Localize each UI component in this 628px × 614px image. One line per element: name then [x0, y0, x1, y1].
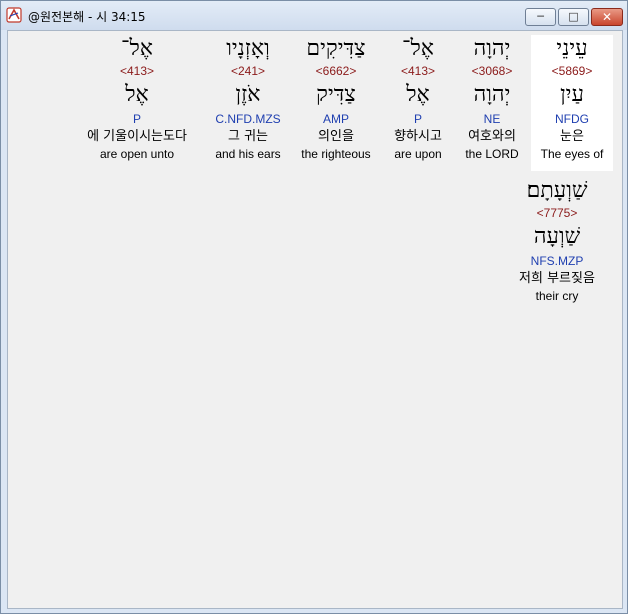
morphology-code: P [413, 112, 422, 126]
english-gloss: the LORD [465, 147, 519, 161]
word-cell[interactable]: אֶל־ <413> אֶל P 향하시고 are upon [382, 35, 454, 171]
hebrew-word: עֵינֵי [556, 36, 588, 61]
close-button[interactable]: ✕ [591, 8, 623, 26]
close-icon: ✕ [601, 10, 613, 24]
morphology-code: AMP [322, 112, 349, 126]
korean-gloss: 여호와의 [468, 129, 516, 144]
korean-gloss: 그 귀는 [227, 129, 268, 144]
maximize-icon: □ [568, 10, 579, 23]
lemma-word: שַׁוְעָה [533, 224, 581, 249]
minimize-icon: ─ [537, 10, 544, 23]
lemma-word: אֶל [125, 82, 149, 107]
app-window: @원전본해 - 시 34:15 ─ □ ✕ עֵינֵי <5869> עַיִ… [0, 0, 628, 614]
minimize-button[interactable]: ─ [525, 8, 556, 26]
english-gloss: are upon [394, 147, 442, 161]
english-gloss: are open unto [99, 147, 175, 161]
strong-number[interactable]: <7775> [502, 205, 612, 221]
window-title: @원전본해 - 시 34:15 [28, 10, 146, 24]
lemma-word: אֶל [406, 82, 430, 107]
korean-gloss: 눈은 [560, 129, 584, 144]
korean-gloss: 에 기울이시는도다 [87, 129, 187, 144]
morphology-code: NFS.MZP [530, 254, 584, 268]
title-bar[interactable]: @원전본해 - 시 34:15 ─ □ ✕ [1, 1, 627, 30]
english-gloss: their cry [535, 289, 579, 303]
korean-gloss: 저희 부르짖음 [519, 271, 595, 286]
korean-gloss: 의인을 [318, 129, 354, 144]
word-cell[interactable]: צַדִּיקִים <6662> צַדִּיק AMP 의인을 the ri… [292, 35, 380, 171]
english-gloss: the righteous [301, 147, 371, 161]
hebrew-word: וְאָזְנָיו [226, 36, 270, 61]
hebrew-word: יְהוָה [473, 36, 511, 61]
strong-number[interactable]: <3068> [456, 63, 528, 79]
lemma-word: יְהוָה [473, 82, 511, 107]
lemma-word: אֹזֶן [235, 82, 261, 107]
morphology-code: NFDG [555, 112, 589, 126]
word-cell[interactable]: עֵינֵי <5869> עַיִן NFDG 눈은 The eyes of [531, 35, 613, 171]
strong-number[interactable]: <413> [382, 63, 454, 79]
app-icon [6, 7, 22, 23]
strong-number[interactable]: <6662> [292, 63, 380, 79]
word-cell[interactable]: יְהוָה <3068> יְהוָה NE 여호와의 the LORD [456, 35, 528, 171]
english-gloss: The eyes of [540, 147, 604, 161]
hebrew-word: אֶל־ [121, 36, 153, 61]
hebrew-word: אֶל־ [402, 36, 434, 61]
lemma-word: עַיִן [560, 82, 584, 107]
morphology-code: C.NFD.MZS [215, 112, 281, 126]
strong-number[interactable]: <413> [70, 63, 204, 79]
word-cell[interactable]: שַׁוְעָתָם׃ <7775> שַׁוְעָה NFS.MZP 저희 부… [502, 177, 612, 313]
morphology-code: NE [483, 112, 501, 126]
word-cell[interactable]: וְאָזְנָיו <241> אֹזֶן C.NFD.MZS 그 귀는 an… [206, 35, 290, 171]
lemma-word: צַדִּיק [316, 82, 356, 107]
maximize-button[interactable]: □ [558, 8, 589, 26]
morphology-code: P [132, 112, 141, 126]
hebrew-word: צַדִּיקִים [306, 36, 366, 61]
korean-gloss: 향하시고 [394, 129, 442, 144]
english-gloss: and his ears [215, 147, 281, 161]
strong-number[interactable]: <5869> [531, 63, 613, 79]
strong-number[interactable]: <241> [206, 63, 290, 79]
word-cell[interactable]: אֶל־ <413> אֶל P 에 기울이시는도다 are open unto [70, 35, 204, 171]
verse-view: עֵינֵי <5869> עַיִן NFDG 눈은 The eyes of … [7, 30, 623, 609]
hebrew-word: שַׁוְעָתָם׃ [526, 178, 588, 203]
